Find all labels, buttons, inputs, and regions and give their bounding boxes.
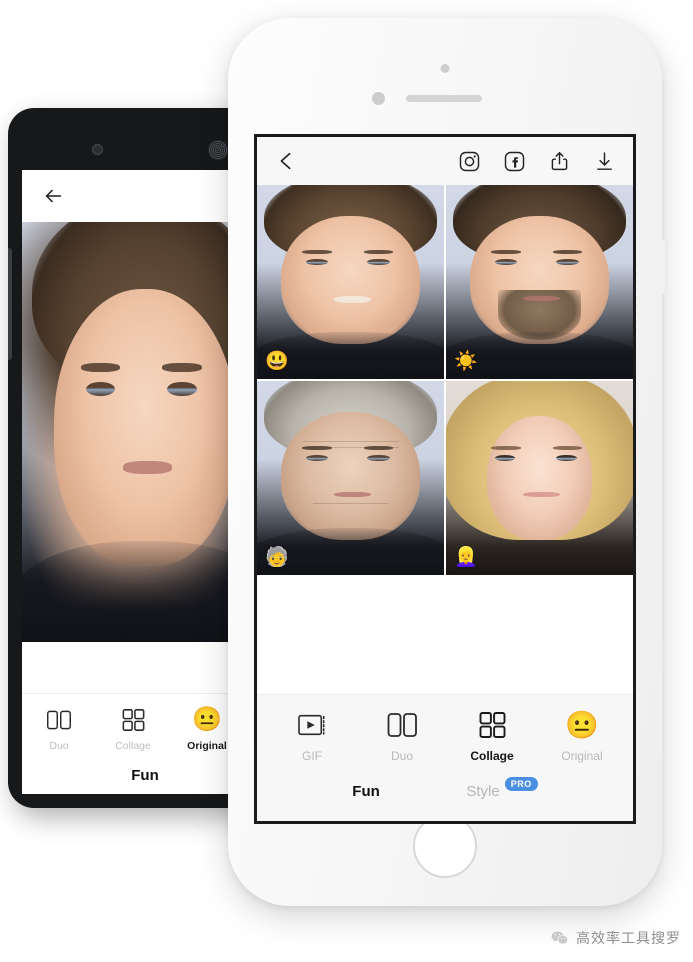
mode-label: Collage xyxy=(470,749,514,763)
duo-icon xyxy=(22,705,96,735)
blonde-woman-emoji: 👱‍♀️ xyxy=(454,547,478,568)
screenshot-stage: Duo Collage xyxy=(0,0,693,962)
portrait-brow-left xyxy=(301,249,332,255)
mode-label: Smile xyxy=(627,749,633,763)
iphone-earpiece-speaker xyxy=(406,95,482,102)
collage-cell-female[interactable]: 👱‍♀️ xyxy=(446,381,633,575)
iphone-mockup: 😃 ☀️ xyxy=(228,18,665,906)
iphone-screen: 😃 ☀️ xyxy=(254,134,636,824)
gif-icon xyxy=(267,707,357,743)
neutral-face-emoji: 😐 xyxy=(537,707,627,743)
duo-icon xyxy=(357,707,447,743)
portrait-mouth xyxy=(122,461,173,474)
portrait-brow-left xyxy=(81,362,121,372)
mode-smile[interactable]: 😃 Smile xyxy=(627,707,633,763)
android-tab-fun[interactable]: Fun xyxy=(131,767,159,784)
android-mode-label: Collage xyxy=(115,740,151,752)
portrait-mouth-smiling xyxy=(333,295,372,304)
portrait-skin xyxy=(53,289,236,567)
grinning-face-emoji: 😃 xyxy=(627,707,633,743)
android-phone-mockup: Duo Collage 😐 Original Fun xyxy=(8,108,260,808)
canvas-blank-area xyxy=(257,575,633,669)
collage-grid: 😃 ☀️ xyxy=(257,185,633,575)
mode-gif[interactable]: GIF xyxy=(267,707,357,763)
android-mode-label: Duo xyxy=(49,740,69,752)
mode-original[interactable]: 😐 Original xyxy=(537,707,627,763)
portrait-wrinkle xyxy=(301,441,400,443)
android-earpiece-speaker xyxy=(208,140,228,160)
android-front-camera-icon xyxy=(92,144,103,155)
smiling-face-emoji: 😃 xyxy=(265,351,289,372)
watermark: 高效率工具搜罗 xyxy=(550,928,681,948)
iphone-side-button[interactable] xyxy=(661,240,665,294)
android-mode-list: Duo Collage 😐 Original xyxy=(22,694,260,756)
collage-cell-smile[interactable]: 😃 xyxy=(257,185,444,379)
arrow-left-icon[interactable] xyxy=(40,183,66,209)
instagram-icon[interactable] xyxy=(456,148,482,174)
android-side-button[interactable] xyxy=(8,248,12,360)
portrait-brow-left xyxy=(301,445,332,451)
android-tab-list: Fun xyxy=(22,756,260,794)
tab-label: Fun xyxy=(352,782,380,800)
mode-label: GIF xyxy=(302,749,322,763)
mode-duo[interactable]: Duo xyxy=(357,707,447,763)
portrait-wrinkle xyxy=(313,503,388,505)
chevron-left-icon[interactable] xyxy=(273,148,299,174)
neutral-face-glyph: 😐 xyxy=(565,709,599,740)
tab-fun[interactable]: Fun xyxy=(352,783,380,800)
mode-collage[interactable]: Collage xyxy=(447,707,537,763)
app-bottom-toolbar: GIF Duo Collage 😐 Original Fun Style PRO xyxy=(257,694,633,821)
pro-badge: PRO xyxy=(504,777,538,791)
android-mode-collage[interactable]: Collage xyxy=(96,705,170,752)
tab-label: Style xyxy=(466,782,500,800)
topbar-actions xyxy=(456,148,617,174)
portrait-skin xyxy=(487,415,592,541)
portrait-brow-left xyxy=(490,445,521,451)
portrait-collar xyxy=(22,541,260,642)
android-preview-photo xyxy=(22,222,260,642)
watermark-text: 高效率工具搜罗 xyxy=(576,930,681,946)
wechat-icon xyxy=(550,929,569,948)
mode-label: Duo xyxy=(390,749,413,763)
tab-style[interactable]: Style PRO xyxy=(466,777,538,800)
mode-list: GIF Duo Collage 😐 Original xyxy=(257,695,633,769)
facebook-icon[interactable] xyxy=(501,148,527,174)
collage-cell-hot[interactable]: ☀️ xyxy=(446,185,633,379)
portrait-skin xyxy=(281,412,420,541)
portrait-eye-right xyxy=(167,381,197,396)
collage-icon xyxy=(96,705,170,735)
android-bottom-toolbar: Duo Collage 😐 Original Fun xyxy=(22,693,260,794)
iphone-front-camera-icon xyxy=(372,92,385,105)
collage-cell-old[interactable]: 🧓 xyxy=(257,381,444,575)
android-app-topbar xyxy=(22,170,260,222)
android-tab-label: Fun xyxy=(131,766,159,784)
share-icon[interactable] xyxy=(546,148,572,174)
android-screen: Duo Collage 😐 Original Fun xyxy=(22,170,260,794)
portrait-skin xyxy=(281,216,420,345)
tab-list: Fun Style PRO xyxy=(257,769,633,821)
sun-emoji: ☀️ xyxy=(454,351,478,372)
older-person-emoji: 🧓 xyxy=(265,547,289,568)
portrait-eye-left xyxy=(85,381,116,396)
collage-icon xyxy=(447,707,537,743)
portrait-brow-right xyxy=(162,362,202,372)
app-topbar xyxy=(257,137,633,185)
android-mode-duo[interactable]: Duo xyxy=(22,705,96,752)
download-icon[interactable] xyxy=(591,148,617,174)
portrait-brow-left xyxy=(490,249,521,255)
mode-label: Original xyxy=(561,749,603,763)
iphone-proximity-sensor xyxy=(440,64,450,73)
